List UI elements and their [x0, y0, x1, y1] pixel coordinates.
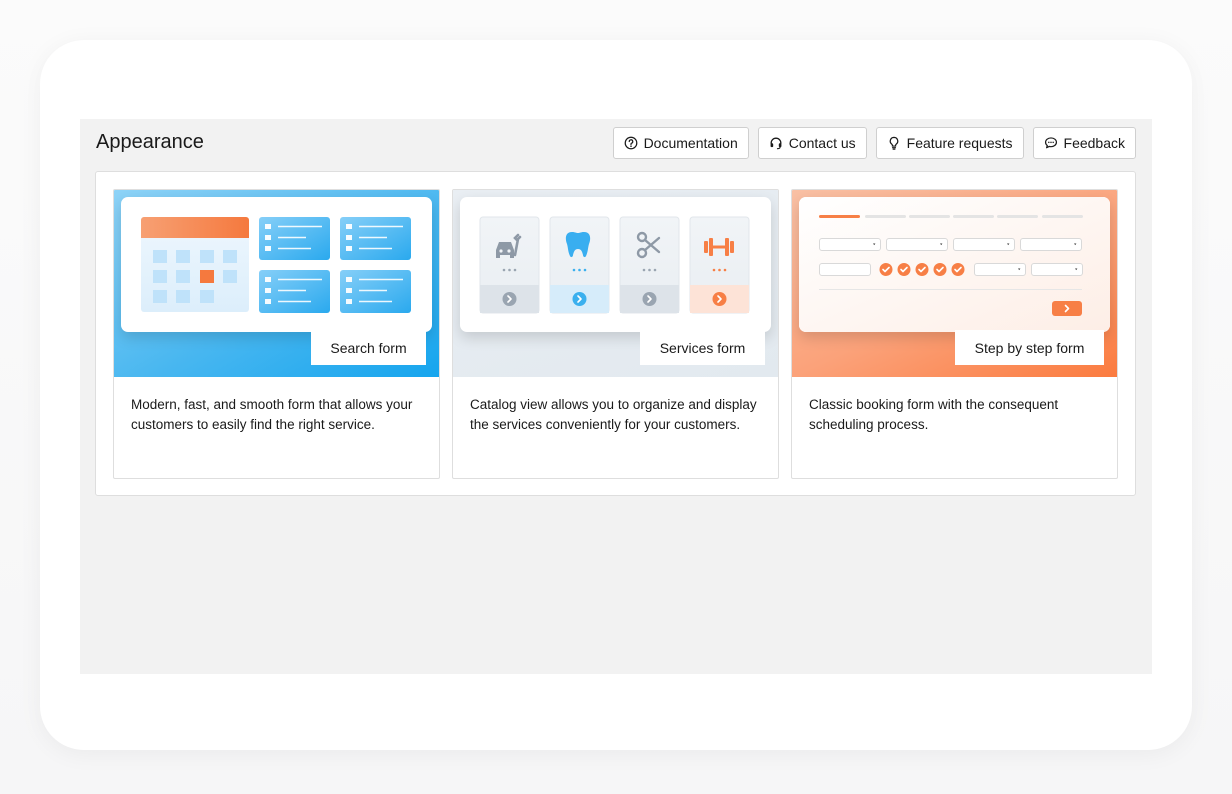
panel-header: Appearance Documentation Contact us Feat… — [96, 127, 1136, 159]
services-form-card[interactable]: Services form Catalog view allows you to… — [452, 189, 779, 479]
step-by-step-form-illustration: Step by step form — [792, 190, 1117, 377]
step-by-step-form-card[interactable]: Step by step form Classic booking form w… — [791, 189, 1118, 479]
search-form-illustration: Search form — [114, 190, 439, 377]
step-by-step-form-description: Classic booking form with the consequent… — [809, 397, 1059, 432]
question-circle-icon — [624, 136, 638, 150]
step-by-step-form-mockup — [799, 197, 1110, 332]
search-form-description: Modern, fast, and smooth form that allow… — [131, 397, 413, 432]
feature-requests-button[interactable]: Feature requests — [875, 127, 1024, 159]
services-form-description: Catalog view allows you to organize and … — [470, 397, 757, 432]
appearance-panel: Appearance Documentation Contact us Feat… — [80, 119, 1152, 674]
step-by-step-form-label: Step by step form — [955, 330, 1104, 365]
header-buttons: Documentation Contact us Feature request… — [612, 127, 1136, 159]
services-form-illustration: Services form — [453, 190, 778, 377]
services-form-label: Services form — [640, 330, 765, 365]
search-form-label: Search form — [311, 330, 426, 365]
feedback-button[interactable]: Feedback — [1032, 127, 1136, 159]
feature-requests-label: Feature requests — [906, 135, 1013, 151]
search-form-card[interactable]: Search form Modern, fast, and smooth for… — [113, 189, 440, 479]
lightbulb-icon — [887, 136, 901, 150]
headset-icon — [769, 136, 783, 150]
contact-us-label: Contact us — [788, 135, 856, 151]
documentation-label: Documentation — [643, 135, 738, 151]
services-form-mockup — [460, 197, 771, 332]
contact-us-button[interactable]: Contact us — [757, 127, 867, 159]
search-form-mockup — [121, 197, 432, 332]
feedback-label: Feedback — [1063, 135, 1125, 151]
documentation-button[interactable]: Documentation — [612, 127, 749, 159]
page-title: Appearance — [96, 131, 204, 153]
form-types-container: Search form Modern, fast, and smooth for… — [95, 171, 1136, 496]
chat-bubble-icon — [1044, 136, 1058, 150]
